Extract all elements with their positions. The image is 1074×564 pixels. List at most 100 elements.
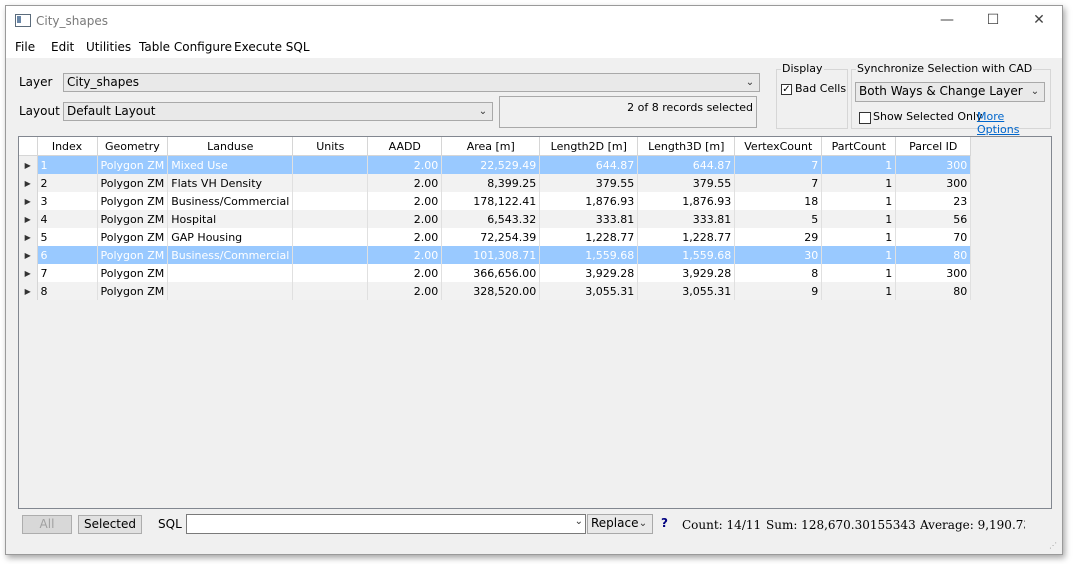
table-row[interactable]: ▶ 6 Polygon ZM Business/Commercial 2.00 101,3…	[19, 246, 972, 264]
table-cell[interactable]: 3,055.31	[637, 282, 736, 300]
table-cell[interactable]: 1,876.93	[637, 192, 736, 210]
table-cell[interactable]: 18	[734, 192, 823, 210]
table-cell[interactable]: 6,543.32	[441, 210, 541, 228]
column-header[interactable]: Parcel ID	[895, 137, 972, 156]
table-cell[interactable]: 3,055.31	[539, 282, 639, 300]
table-cell[interactable]: Polygon ZM	[97, 155, 169, 174]
table-cell[interactable]: GAP Housing	[167, 228, 294, 246]
table-cell[interactable]: 333.81	[539, 210, 639, 228]
table-cell[interactable]: 333.81	[637, 210, 736, 228]
table-cell[interactable]: 8	[734, 264, 823, 282]
column-header[interactable]: Geometry	[97, 137, 169, 156]
table-cell[interactable]	[292, 155, 369, 174]
table-cell[interactable]	[292, 264, 369, 282]
layer-combo[interactable]: City_shapes ⌄	[63, 73, 760, 92]
bad-cells-checkbox[interactable]: ✓	[781, 84, 792, 95]
selected-button[interactable]: Selected	[78, 515, 142, 534]
menu-table-configure[interactable]: Table Configure	[139, 40, 232, 54]
table-cell[interactable]: 3,929.28	[637, 264, 736, 282]
table-cell[interactable]: 6	[37, 246, 98, 264]
column-header[interactable]: VertexCount	[734, 137, 823, 156]
row-expand-icon[interactable]: ▶	[19, 264, 38, 282]
column-header[interactable]: Units	[292, 137, 369, 156]
table-cell[interactable]: Polygon ZM	[97, 282, 169, 300]
table-cell[interactable]: 1	[821, 192, 897, 210]
table-cell[interactable]: 3,929.28	[539, 264, 639, 282]
table-cell[interactable]	[292, 282, 369, 300]
minimize-button[interactable]: —	[924, 6, 970, 36]
table-cell[interactable]: 101,308.71	[441, 246, 541, 264]
table-cell[interactable]: 3	[37, 192, 98, 210]
close-button[interactable]: ✕	[1016, 6, 1062, 36]
table-cell[interactable]: 23	[895, 192, 972, 210]
table-cell[interactable]: 178,122.41	[441, 192, 541, 210]
table-cell[interactable]: 366,656.00	[441, 264, 541, 282]
table-cell[interactable]	[292, 246, 369, 264]
table-cell[interactable]	[292, 210, 369, 228]
table-cell[interactable]: 1,228.77	[539, 228, 639, 246]
table-cell[interactable]: 80	[895, 282, 972, 300]
table-cell[interactable]	[167, 282, 294, 300]
table-row[interactable]: ▶ 5 Polygon ZM GAP Housing 2.00 72,254.39 1,22…	[19, 228, 972, 246]
table-cell[interactable]: 379.55	[637, 174, 736, 192]
table-cell[interactable]: 70	[895, 228, 972, 246]
table-cell[interactable]: 1	[821, 228, 897, 246]
table-cell[interactable]: 30	[734, 246, 823, 264]
layout-combo[interactable]: Default Layout ⌄	[63, 102, 493, 121]
table-row[interactable]: ▶ 8 Polygon ZM 2.00 328,520.00 3,055.31 3,055.…	[19, 282, 972, 300]
table-cell[interactable]: 1,876.93	[539, 192, 639, 210]
table-cell[interactable]: 72,254.39	[441, 228, 541, 246]
table-cell[interactable]: Flats VH Density	[167, 174, 294, 192]
table-row[interactable]: ▶ 4 Polygon ZM Hospital 2.00 6,543.32 333.81 33…	[19, 210, 972, 228]
help-icon[interactable]: ?	[661, 516, 668, 530]
table-cell[interactable]: Hospital	[167, 210, 294, 228]
table-cell[interactable]: 80	[895, 246, 972, 264]
menu-execute-sql[interactable]: Execute SQL	[234, 40, 310, 54]
table-cell[interactable]: Polygon ZM	[97, 264, 169, 282]
table-cell[interactable]: 1	[821, 210, 897, 228]
table-cell[interactable]: 2	[37, 174, 98, 192]
replace-combo[interactable]: Replace ⌄	[587, 514, 653, 534]
table-cell[interactable]: Polygon ZM	[97, 210, 169, 228]
show-selected-only-checkbox[interactable]	[859, 112, 871, 124]
table-row[interactable]: ▶ 2 Polygon ZM Flats VH Density 2.00 8,399.25…	[19, 174, 972, 192]
table-cell[interactable]: 5	[37, 228, 98, 246]
table-cell[interactable]: 8,399.25	[441, 174, 541, 192]
table-cell[interactable]: Polygon ZM	[97, 228, 169, 246]
table-cell[interactable]: 9	[734, 282, 823, 300]
all-button[interactable]: All	[22, 515, 72, 534]
menu-file[interactable]: File	[15, 40, 35, 54]
column-header[interactable]: Area [m]	[441, 137, 541, 156]
menu-edit[interactable]: Edit	[51, 40, 74, 54]
table-cell[interactable]: 22,529.49	[441, 155, 541, 174]
table-cell[interactable]: 7	[734, 155, 823, 174]
table-row[interactable]: ▶ 3 Polygon ZM Business/Commercial 2.00 178,1…	[19, 192, 972, 210]
table-cell[interactable]: 7	[37, 264, 98, 282]
table-cell[interactable]: 8	[37, 282, 98, 300]
row-expand-icon[interactable]: ▶	[19, 192, 38, 210]
table-cell[interactable]: Mixed Use	[167, 155, 294, 174]
table-cell[interactable]	[292, 174, 369, 192]
table-cell[interactable]: 2.00	[367, 228, 443, 246]
table-cell[interactable]: 1,228.77	[637, 228, 736, 246]
table-cell[interactable]: 7	[734, 174, 823, 192]
table-cell[interactable]: 300	[895, 174, 972, 192]
column-header[interactable]: Landuse	[167, 137, 294, 156]
sql-input[interactable]: ⌄	[186, 514, 586, 534]
table-cell[interactable]: 1	[821, 264, 897, 282]
table-cell[interactable]: Polygon ZM	[97, 192, 169, 210]
row-expand-icon[interactable]: ▶	[19, 282, 38, 300]
table-cell[interactable]: 2.00	[367, 210, 443, 228]
table-cell[interactable]	[292, 192, 369, 210]
row-expand-icon[interactable]: ▶	[19, 228, 38, 246]
sync-mode-combo[interactable]: Both Ways & Change Layer ⌄	[855, 82, 1045, 102]
table-cell[interactable]: 2.00	[367, 192, 443, 210]
table-cell[interactable]: 1,559.68	[539, 246, 639, 264]
table-row[interactable]: ▶ 1 Polygon ZM Mixed Use 2.00 22,529.49 644.87…	[19, 155, 972, 174]
table-cell[interactable]: 29	[734, 228, 823, 246]
more-options-link[interactable]: More Options	[977, 110, 1050, 136]
table-cell[interactable]: 2.00	[367, 174, 443, 192]
table-cell[interactable]	[292, 228, 369, 246]
table-cell[interactable]: 300	[895, 155, 972, 174]
table-cell[interactable]: 1	[821, 174, 897, 192]
